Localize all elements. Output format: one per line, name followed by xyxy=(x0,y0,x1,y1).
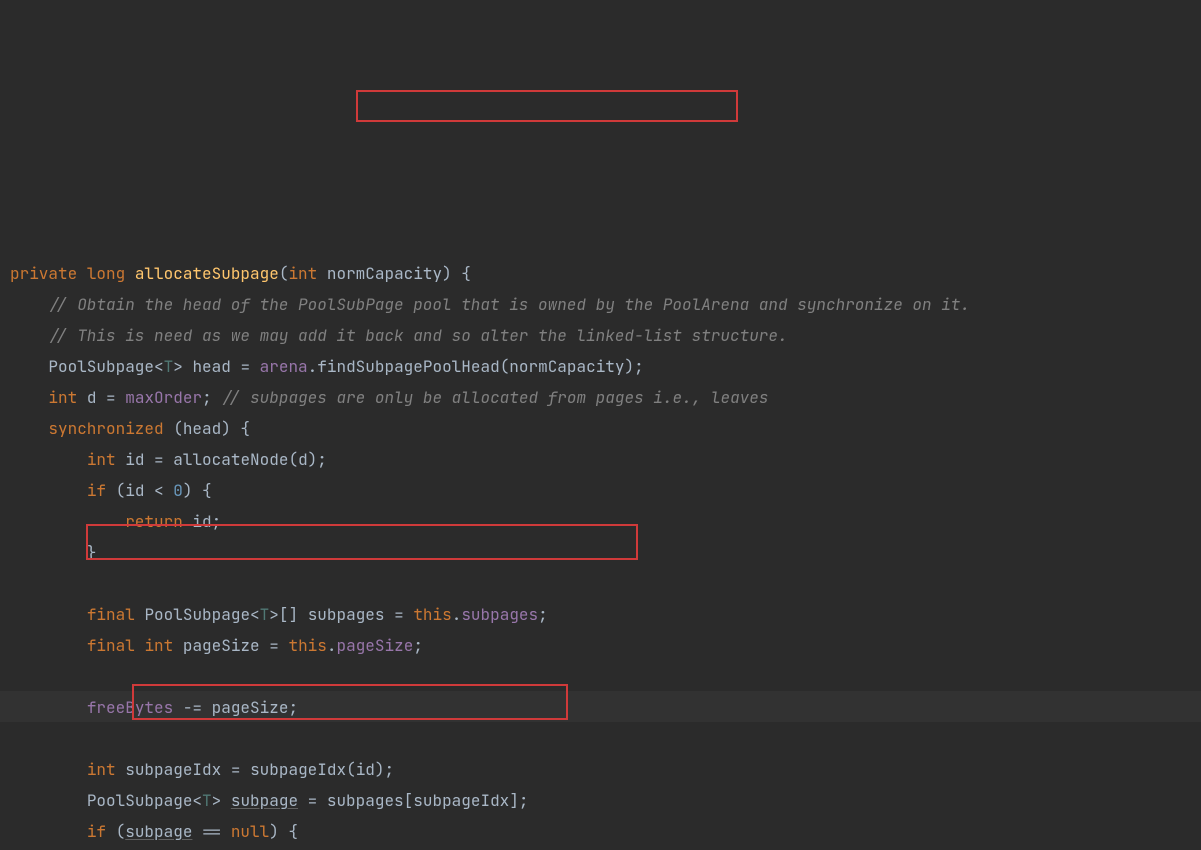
highlight-box-1 xyxy=(356,90,738,122)
line-1: private long allocateSubpage(int normCap… xyxy=(10,263,471,284)
line-9: return id; xyxy=(125,511,221,532)
line-16: if (subpage == null) { xyxy=(87,821,298,842)
line-14: int subpageIdx = subpageIdx(id); xyxy=(87,759,394,780)
line-5: int d = maxOrder; // subpages are only b… xyxy=(48,387,768,408)
comment-2: // This is need as we may add it back an… xyxy=(48,325,787,346)
line-15: PoolSubpage<T> subpage = subpages[subpag… xyxy=(87,790,529,811)
line-13: freeBytes -= pageSize; xyxy=(87,697,298,718)
line-6: synchronized (head) { xyxy=(48,418,250,439)
code-editor: private long allocateSubpage(int normCap… xyxy=(0,0,1201,850)
line-7: int id = allocateNode(d); xyxy=(87,449,327,470)
line-4: PoolSubpage<T> head = arena.findSubpageP… xyxy=(48,356,643,377)
line-11: final PoolSubpage<T>[] subpages = this.s… xyxy=(87,604,548,625)
code-block[interactable]: private long allocateSubpage(int normCap… xyxy=(10,258,1191,850)
line-12: final int pageSize = this.pageSize; xyxy=(87,635,423,656)
line-10: } xyxy=(87,542,97,563)
line-8: if (id < 0) { xyxy=(87,480,212,501)
comment-1: // Obtain the head of the PoolSubPage po… xyxy=(48,294,970,315)
